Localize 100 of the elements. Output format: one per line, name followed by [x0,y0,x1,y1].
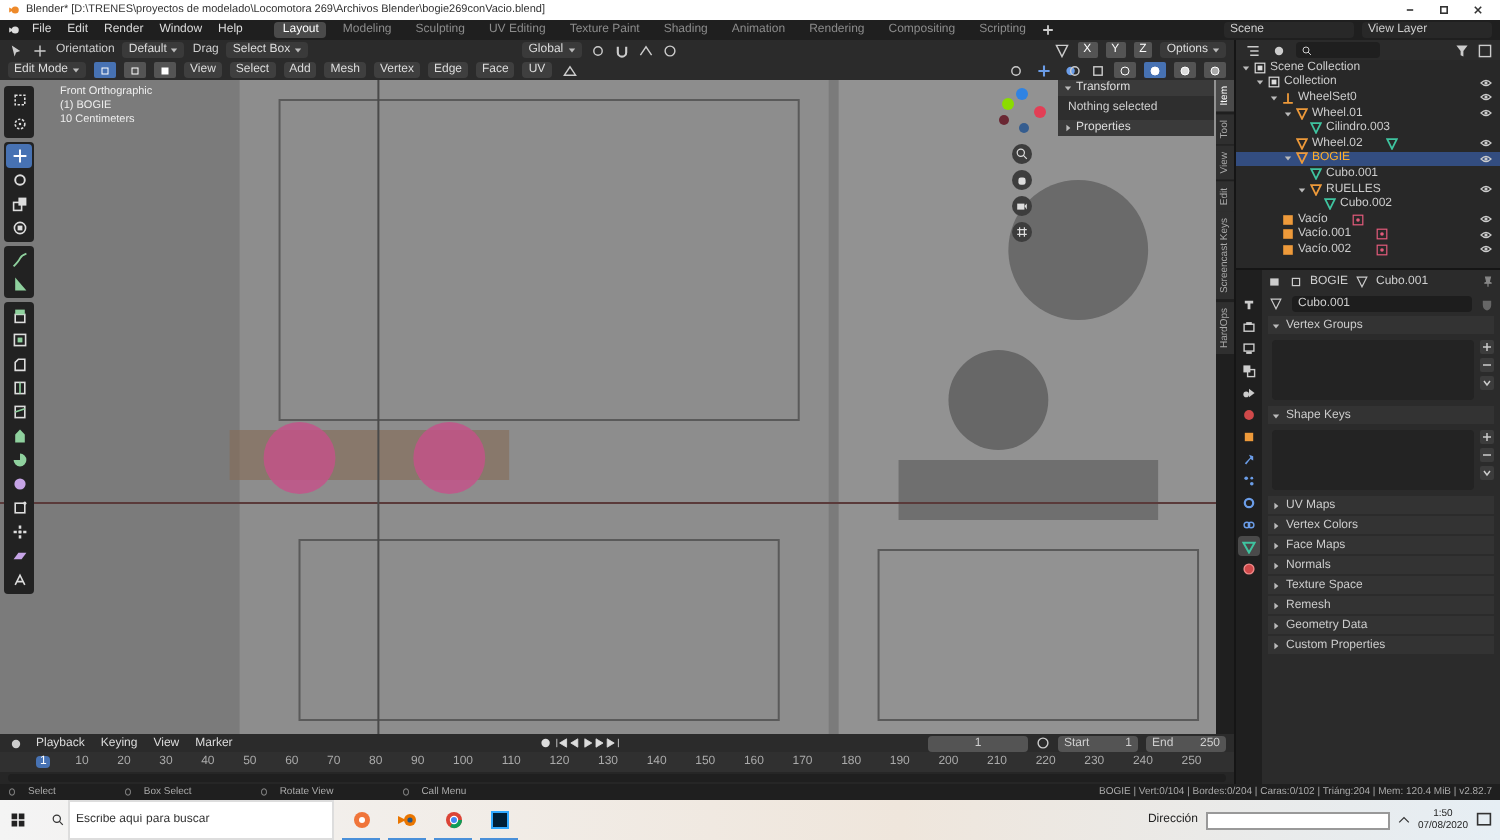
mesh-icon[interactable] [1053,43,1070,57]
address-field[interactable] [1205,811,1390,829]
tool-icon [11,548,27,564]
xray-icon[interactable] [1090,63,1106,77]
caret-icon [1272,601,1280,609]
mesh-icon [1386,137,1399,150]
specials-button[interactable] [1480,376,1494,390]
shading-button[interactable] [1114,62,1136,78]
visibility-icon[interactable] [1006,63,1026,77]
properties-tab[interactable] [1238,536,1260,556]
vertex-icon [100,65,111,75]
plus-icon[interactable] [1041,24,1054,36]
eye-icon[interactable] [1480,108,1492,119]
caret-icon [1272,541,1280,549]
caret-icon [1272,501,1280,509]
plus-icon [1482,342,1492,352]
tool-icon [11,356,27,372]
tool-icon [11,148,27,164]
properties-tab[interactable] [1238,338,1260,358]
mesh-icon[interactable] [1268,298,1284,310]
uv-icon[interactable] [559,63,580,77]
proportional-icon[interactable] [661,43,678,57]
specials-button[interactable] [1480,466,1494,480]
shading-button[interactable] [1204,62,1226,78]
caret-icon [1272,621,1280,629]
edge-icon [130,65,141,75]
magnet-icon[interactable] [613,43,630,57]
triangle-icon [1310,183,1322,196]
tool-icon [11,524,27,540]
eye-icon[interactable] [1480,214,1492,225]
sphere-icon [1150,65,1160,75]
pin-icon[interactable] [1482,276,1494,288]
properties-tab-icon [1242,341,1256,355]
add-button[interactable] [1480,430,1494,444]
select-mode-button[interactable] [154,62,177,78]
eye-icon[interactable] [1480,138,1492,149]
stopwatch-icon[interactable] [1036,736,1051,750]
caret-up-icon[interactable] [1397,814,1410,826]
eye-icon[interactable] [1480,153,1492,164]
eye-icon[interactable] [1480,184,1492,195]
shield-icon[interactable] [1480,297,1494,311]
app-icon [489,809,509,829]
tool-icon [11,220,27,236]
eye-icon[interactable] [1480,92,1492,103]
move-icon[interactable] [32,43,48,57]
tool-icon [11,404,27,420]
tool-button[interactable] [6,144,32,168]
app-icon [397,809,417,829]
mesh-icon [1324,198,1336,211]
tool-icon [11,380,27,396]
pivot-icon[interactable] [589,43,606,57]
mesh-icon [1310,167,1322,180]
list-icon[interactable] [1244,43,1262,57]
eye-icon[interactable] [1480,77,1492,88]
select-mode-button[interactable] [124,62,147,78]
search-field[interactable] [1296,42,1380,58]
remove-button[interactable] [1480,448,1494,462]
caret-icon [72,66,81,74]
mouse-icon [401,786,410,798]
select-mode-button[interactable] [94,62,117,78]
notification-icon[interactable] [1476,812,1492,828]
context-icon[interactable] [1268,276,1282,288]
properties-tab[interactable] [1238,316,1260,336]
properties-tab[interactable] [1238,470,1260,490]
caret-icon [1272,561,1280,569]
mesh-icon [1310,122,1322,135]
snap-icon[interactable] [637,43,654,57]
remove-button[interactable] [1480,358,1494,372]
magnifier-icon [1016,148,1028,160]
properties-tab[interactable] [1238,360,1260,380]
mesh-icon [1356,276,1369,288]
hand-icon [1016,174,1028,186]
clock-icon[interactable] [8,737,24,749]
face-icon [160,65,171,75]
display-mode-icon[interactable] [1270,43,1288,57]
add-button[interactable] [1480,340,1494,354]
overlay-icon[interactable] [1062,63,1082,77]
navigation-gizmo-icon[interactable] [996,86,1048,138]
object-icon [1290,276,1302,288]
sphere-icon [1180,65,1190,75]
tool-icon [11,500,27,516]
app-icon [443,809,463,829]
eye-icon[interactable] [1480,244,1492,255]
grid-icon [1016,226,1028,238]
eye-icon[interactable] [1480,229,1492,240]
cursor-arrow-icon[interactable] [8,43,24,57]
caret-icon [1272,581,1280,589]
properties-tab[interactable] [1238,558,1260,578]
properties-tab[interactable] [1238,492,1260,512]
shading-button[interactable] [1144,62,1166,78]
new-collection-icon[interactable] [1478,43,1492,57]
caret-icon [1272,641,1280,649]
caret-icon [1212,46,1220,54]
gizmo-icon[interactable] [1034,63,1054,77]
tool-icon [11,332,27,348]
tool-icon [11,308,27,324]
properties-tab-icon [1242,319,1256,333]
properties-tab-icon [1242,473,1256,487]
shading-button[interactable] [1174,62,1196,78]
camera-icon [1016,200,1028,212]
